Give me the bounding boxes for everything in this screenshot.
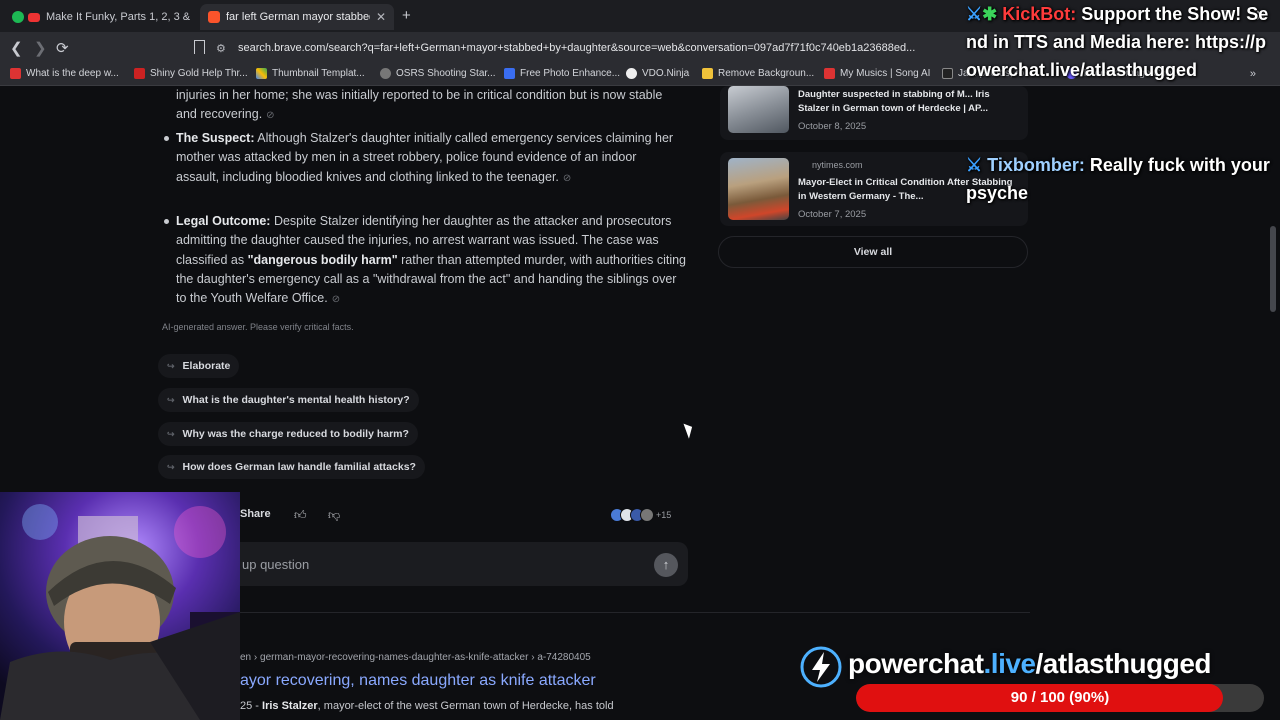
page-icon <box>942 68 953 79</box>
page-icon <box>504 68 515 79</box>
page-icon <box>380 68 391 79</box>
news-thumbnail <box>728 86 789 133</box>
answer-bullet-legal: Legal Outcome: Despite Stalzer identifyi… <box>176 214 687 306</box>
send-arrow-icon[interactable]: ↑ <box>654 553 678 577</box>
bookmark-item[interactable]: Remove Backgroun... <box>702 68 814 79</box>
youtube-icon <box>28 12 40 22</box>
tab-title: Make It Funky, Parts 1, 2, 3 & 4 - <box>46 11 192 23</box>
url-text: search.brave.com/search?q=far+left+Germa… <box>238 42 916 54</box>
sword-badge-icon: ⚔ <box>966 4 983 24</box>
bullet-icon <box>164 136 169 141</box>
brave-icon <box>208 11 220 23</box>
source-avatar-icon <box>640 508 654 522</box>
webcam-image <box>0 492 240 720</box>
followup-elaborate[interactable]: ↪ Elaborate <box>158 354 240 378</box>
link-icon[interactable]: ⊘ <box>266 110 274 121</box>
page-icon <box>824 68 835 79</box>
page-icon <box>626 68 637 79</box>
bookmark-icon[interactable] <box>194 40 205 54</box>
result-url[interactable]: en › german-mayor-recovering-names-daugh… <box>240 652 591 663</box>
mouse-cursor-icon <box>683 421 696 439</box>
link-icon[interactable]: ⊘ <box>332 294 340 305</box>
page-icon <box>702 68 713 79</box>
result-snippet: 25 - Iris Stalzer, mayor-elect of the we… <box>240 700 614 712</box>
reply-icon: ↪ <box>167 461 175 472</box>
page-icon <box>134 68 145 79</box>
verified-badge-icon: ✱ <box>982 4 998 24</box>
followup-placeholder: up question <box>242 557 310 572</box>
followup-question[interactable]: ↪ Why was the charge reduced to bodily ha… <box>158 422 418 446</box>
bookmark-item[interactable]: Shiny Gold Help Thr... <box>134 68 248 79</box>
view-all-button[interactable]: View all <box>718 236 1028 268</box>
sword-badge-icon: ⚔ <box>966 155 983 175</box>
ai-disclaimer: AI-generated answer. Please verify criti… <box>162 322 354 332</box>
promo-url: powerchat.live/atlasthugged <box>848 648 1212 679</box>
source-avatars[interactable]: +15 <box>610 508 671 522</box>
tab-title: far left German mayor stabbed b <box>226 11 370 23</box>
thumbs-up-icon[interactable]: 👍︎ <box>294 508 307 523</box>
followup-question[interactable]: ↪ What is the daughter's mental health hi… <box>158 388 419 412</box>
followup-question[interactable]: ↪ How does German law handle familial att… <box>158 455 425 479</box>
spotify-icon <box>12 11 24 23</box>
thumbs-down-icon[interactable]: 👎︎ <box>328 508 340 523</box>
result-title-link[interactable]: ayor recovering, names daughter as knife… <box>240 672 596 690</box>
source-count: +15 <box>656 510 672 520</box>
chat-message: ⚔✱ KickBot: Support the Show! Send in TT… <box>966 0 1276 84</box>
scrollbar[interactable] <box>1270 226 1276 312</box>
bookmark-item[interactable]: Thumbnail Templat... <box>256 68 365 79</box>
news-card[interactable]: Daughter suspected in stabbing of M... I… <box>720 86 1028 140</box>
chat-username: Tixbomber: <box>987 155 1085 175</box>
goal-progress-text: 90 / 100 (90%) <box>1010 689 1110 706</box>
answer-bullet-suspect: The Suspect: Although Stalzer's daughter… <box>176 131 674 184</box>
webcam-feed <box>0 492 240 720</box>
news-source: nytimes.com <box>812 160 863 170</box>
powerchat-bolt-icon <box>800 646 842 688</box>
site-settings-icon[interactable]: ⚙ <box>216 42 230 55</box>
forward-icon[interactable]: ❯ <box>34 39 47 57</box>
goal-progress-bar: 90 / 100 (90%) <box>856 684 1264 712</box>
bullet-icon <box>164 219 169 224</box>
bookmark-item[interactable]: My Musics | Song AI <box>824 68 930 79</box>
powerchat-banner: powerchat.live/atlasthugged <box>800 644 1280 688</box>
bookmark-item[interactable]: Free Photo Enhance... <box>504 68 620 79</box>
bookmark-item[interactable]: VDO.Ninja <box>626 68 689 79</box>
address-bar[interactable]: ⚙ search.brave.com/search?q=far+left+Ger… <box>216 36 952 60</box>
link-icon[interactable]: ⊘ <box>563 173 571 184</box>
news-date: October 7, 2025 <box>798 209 867 220</box>
new-tab-icon[interactable]: + <box>402 7 411 24</box>
reload-icon[interactable]: ⟳ <box>56 39 69 57</box>
tab-music[interactable]: Make It Funky, Parts 1, 2, 3 & 4 - <box>4 4 200 30</box>
share-button[interactable]: Share <box>240 508 271 520</box>
news-thumbnail <box>728 158 789 220</box>
reply-icon: ↪ <box>167 394 175 405</box>
chat-username: KickBot: <box>1002 4 1077 24</box>
screen: Make It Funky, Parts 1, 2, 3 & 4 - far l… <box>0 0 1280 720</box>
news-title: Daughter suspected in stabbing of M... I… <box>798 89 990 114</box>
bookmark-item[interactable]: What is the deep w... <box>10 68 119 79</box>
tab-search[interactable]: far left German mayor stabbed b ✕ <box>200 4 394 30</box>
page-icon <box>10 68 21 79</box>
page-icon <box>256 68 267 79</box>
reply-icon: ↪ <box>167 360 175 371</box>
chat-message: ⚔ Tixbomber: Really fuck with your psych… <box>966 151 1276 207</box>
answer-paragraph: injuries in her home; she was initially … <box>176 88 663 122</box>
news-date: October 8, 2025 <box>798 121 867 132</box>
divider <box>160 612 1030 613</box>
back-icon[interactable]: ❮ <box>10 39 23 57</box>
bookmark-item[interactable]: OSRS Shooting Star... <box>380 68 496 79</box>
reply-icon: ↪ <box>167 428 175 439</box>
close-tab-icon[interactable]: ✕ <box>376 10 386 24</box>
